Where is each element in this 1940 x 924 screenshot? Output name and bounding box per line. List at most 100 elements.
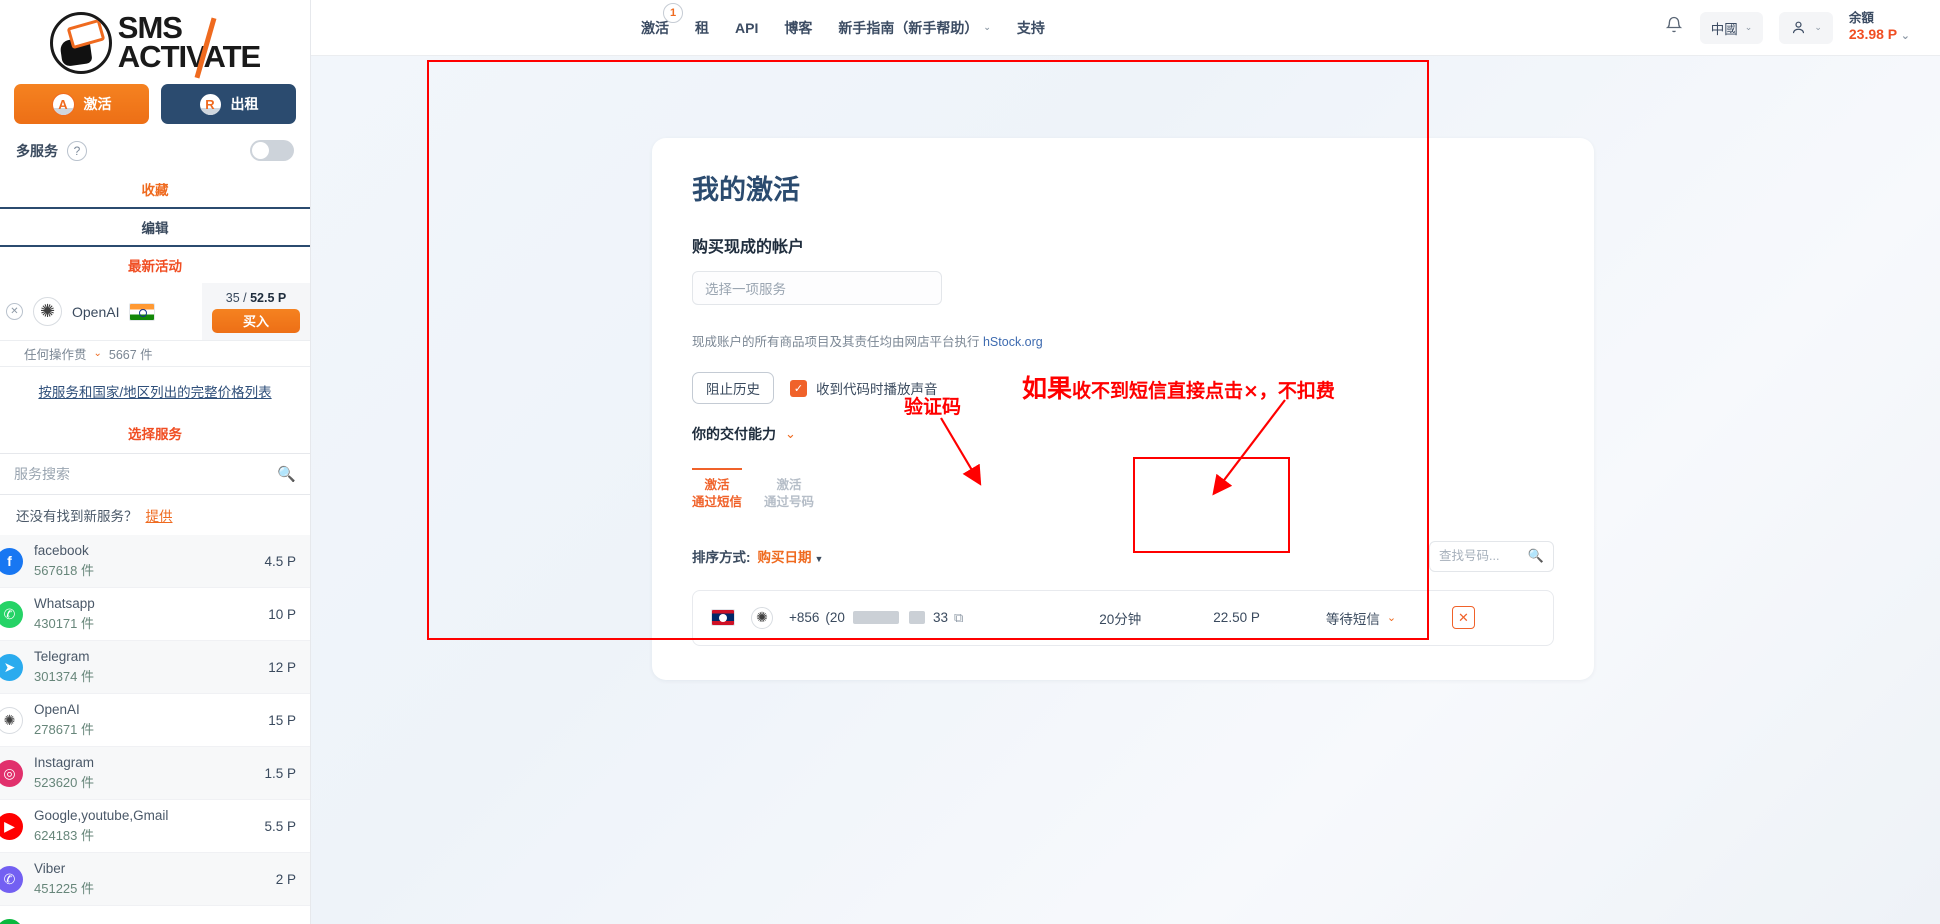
- service-name: Telegram: [34, 649, 90, 664]
- sidebar-tab-strip: 收藏 编辑 最新活动: [0, 171, 310, 279]
- delivery-capacity-row[interactable]: 你的交付能力 ⌄: [692, 424, 1554, 444]
- balance-value: 23.98 P ⌄: [1848, 26, 1910, 43]
- table-row: ✺ +856 (20 33 ⧉ 20分钟 22.50 P 等待短信 ⌄ ✕: [692, 589, 1554, 646]
- buy-button[interactable]: 买入: [212, 308, 300, 333]
- phone-number[interactable]: +856 (20 33 ⧉: [789, 610, 963, 626]
- hstock-link[interactable]: hStock.org: [983, 335, 1043, 349]
- service-name: OpenAI: [34, 702, 80, 717]
- suggest-service-link[interactable]: 提供: [146, 505, 173, 525]
- find-number-input[interactable]: [1439, 549, 1522, 564]
- tab-label-line2: 通过短信: [692, 494, 743, 509]
- find-number-box: 🔍: [1429, 540, 1554, 572]
- search-icon[interactable]: 🔍: [1528, 548, 1544, 564]
- nav-item-label: 租: [695, 19, 709, 36]
- latest-activity-card: ✕ ✺ OpenAI 35 / 52.5 P 买入: [0, 283, 310, 341]
- chevron-down-icon: ⌄: [93, 348, 102, 359]
- tab-activation-1[interactable]: 激活 通过号码: [764, 468, 814, 511]
- language-label: 中國: [1710, 21, 1738, 37]
- status-badge[interactable]: 等待短信 ⌄: [1326, 608, 1396, 628]
- list-item[interactable]: ✆ Viber 451225 件 2 P: [0, 853, 310, 906]
- list-item[interactable]: ▶ Google,youtube,Gmail 624183 件 5.5 P: [0, 800, 310, 853]
- nav-item-5[interactable]: 支持: [1017, 18, 1045, 38]
- list-item-text: OpenAI 278671 件: [34, 702, 257, 738]
- nav-item-1[interactable]: 租: [695, 18, 709, 38]
- list-item[interactable]: ➤ Telegram 301374 件 12 P: [0, 641, 310, 694]
- service-price: 5.5 P: [264, 818, 296, 834]
- list-item[interactable]: f facebook 567618 件 4.5 P: [0, 535, 310, 588]
- annotation-instruction-label: 如果收不到短信直接点击×，不扣费: [1022, 374, 1335, 403]
- openai-icon: ✺: [33, 297, 62, 326]
- service-name: Whatsapp: [34, 596, 95, 611]
- sidebar-tab-favorites[interactable]: 收藏: [0, 171, 310, 209]
- chevron-down-icon: ⌄: [1386, 612, 1397, 625]
- instagram-icon: ◎: [0, 759, 23, 787]
- full-price-list-link[interactable]: 按服务和国家/地区列出的完整价格列表: [0, 367, 310, 411]
- whatsapp-icon: ✆: [0, 600, 23, 628]
- service-select[interactable]: 选择一项服务: [692, 271, 942, 305]
- tab-label-line2: 通过号码: [764, 494, 815, 509]
- service-count: 567618 件: [34, 563, 94, 578]
- list-item[interactable]: ✆ Whatsapp 430171 件 10 P: [0, 588, 310, 641]
- activation-tabs: 激活 通过短信 激活 通过号码: [692, 468, 1554, 511]
- service-name: Viber: [34, 861, 66, 876]
- sidebar-tab-edit[interactable]: 编辑: [0, 209, 310, 247]
- block-history-button[interactable]: 阻止历史: [692, 372, 774, 404]
- notifications-bell-icon[interactable]: [1664, 15, 1684, 41]
- tab-activation-0[interactable]: 激活 通过短信: [692, 468, 743, 511]
- language-selector[interactable]: 中國 ⌄: [1699, 11, 1764, 44]
- balance-label: 余額: [1848, 10, 1874, 25]
- activate-mode-label: 激活: [83, 96, 112, 112]
- main-content: 我的激活 购买现成的帐户 选择一项服务 现成账户的所有商品项目及其责任均由网店平…: [311, 56, 1940, 924]
- user-menu[interactable]: ⌄: [1779, 11, 1833, 44]
- list-item-text: Instagram 523620 件: [34, 755, 253, 791]
- service-price: 1.5 P: [264, 765, 296, 781]
- disclaimer-text: 现成账户的所有商品项目及其责任均由网店平台执行 hStock.org: [692, 335, 1043, 349]
- nav-item-4[interactable]: 新手指南（新手帮助） ⌄: [838, 18, 991, 38]
- nav-item-2[interactable]: API: [735, 20, 758, 36]
- service-count: 278671 件: [34, 722, 94, 737]
- list-item[interactable]: ✆WeChat: [0, 906, 310, 924]
- service-name: Instagram: [34, 755, 95, 770]
- telegram-icon: ➤: [0, 653, 23, 681]
- service-name: Google,youtube,Gmail: [34, 808, 169, 823]
- nav-item-3[interactable]: 博客: [784, 18, 812, 38]
- search-icon[interactable]: 🔍: [277, 465, 296, 483]
- sidebar-mode-buttons: A 激活 R 出租: [0, 80, 310, 124]
- help-icon[interactable]: ?: [67, 140, 87, 161]
- cancel-activation-button[interactable]: ✕: [1452, 606, 1475, 630]
- service-price: 10 P: [268, 606, 296, 622]
- my-activations-card: 我的激活 购买现成的帐户 选择一项服务 现成账户的所有商品项目及其责任均由网店平…: [652, 138, 1594, 680]
- facebook-icon: f: [0, 547, 23, 575]
- list-item[interactable]: ◎ Instagram 523620 件 1.5 P: [0, 747, 310, 800]
- logo-text-activate: ACTIVATE: [118, 17, 261, 79]
- activate-mode-button[interactable]: A 激活: [14, 84, 149, 124]
- list-item-text: Whatsapp 430171 件: [34, 596, 257, 632]
- service-count: 523620 件: [34, 775, 94, 790]
- nav-item-0[interactable]: 激活 1: [641, 2, 683, 38]
- timer-value: 20分钟: [1099, 611, 1142, 627]
- list-item[interactable]: ✺ OpenAI 278671 件 15 P: [0, 694, 310, 747]
- sort-row: 排序方式: 购买日期▼ 🔍: [692, 540, 1554, 572]
- balance-widget[interactable]: 余額 23.98 P ⌄: [1849, 11, 1910, 44]
- nav-item-label: API: [735, 19, 759, 36]
- checkbox-checked-icon[interactable]: ✓: [790, 379, 807, 397]
- service-price: 12 P: [268, 659, 296, 675]
- laos-flag-icon: [711, 609, 735, 627]
- service-count: 451225 件: [34, 881, 94, 896]
- copy-icon[interactable]: ⧉: [954, 610, 963, 626]
- latest-operator: 任何操作贯: [24, 348, 87, 362]
- viber-icon: ✆: [0, 865, 23, 893]
- rent-mode-button[interactable]: R 出租: [161, 84, 296, 124]
- service-search-input[interactable]: [14, 466, 278, 482]
- latest-operator-row[interactable]: 任何操作贯 ⌄ 5667 件: [0, 341, 310, 367]
- remove-icon[interactable]: ✕: [6, 303, 23, 320]
- latest-count: 5667 件: [108, 348, 153, 362]
- sort-value[interactable]: 购买日期 ▼: [758, 546, 824, 566]
- multiservice-toggle[interactable]: [250, 140, 294, 161]
- latest-price: 35 / 52.5 P: [225, 290, 287, 305]
- sidebar-tab-latest[interactable]: 最新活动: [0, 247, 310, 279]
- choose-service-heading: 选择服务: [128, 427, 182, 442]
- brand-logo[interactable]: SMS ACTIVATE: [0, 0, 310, 80]
- openai-icon: ✺: [751, 606, 773, 629]
- chevron-down-icon: ⌄: [983, 22, 991, 32]
